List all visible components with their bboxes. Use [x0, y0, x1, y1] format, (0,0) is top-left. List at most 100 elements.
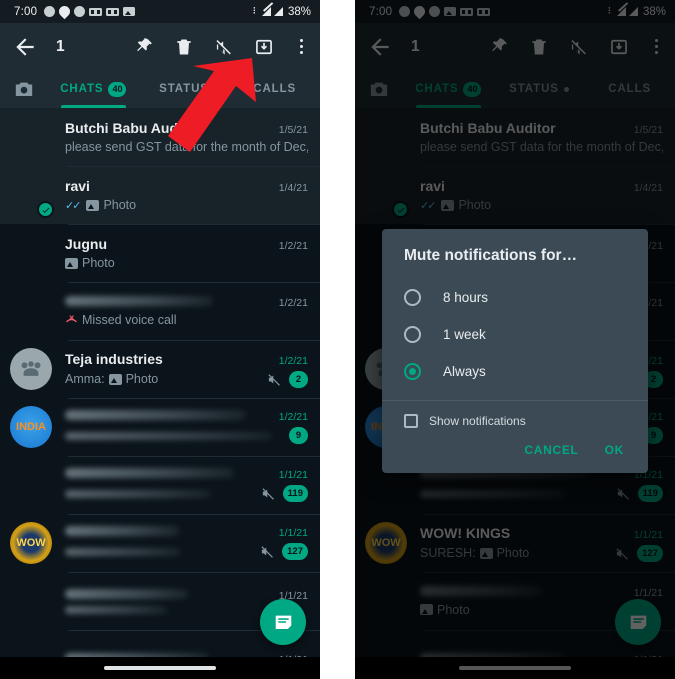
new-chat-fab[interactable]	[260, 599, 306, 645]
radio-selected-icon[interactable]	[404, 363, 421, 380]
tab-camera[interactable]	[0, 70, 48, 108]
redacted-chat-preview	[65, 547, 252, 556]
avatar[interactable]	[10, 580, 52, 622]
tab-status-label: STATUS	[159, 83, 209, 95]
list-item[interactable]: Jugnu 1/2/21 Photo	[0, 224, 320, 282]
redacted-chat-preview	[65, 489, 253, 498]
archive-button[interactable]	[254, 37, 274, 57]
archive-icon	[256, 39, 272, 54]
chat-time: 1/5/21	[278, 124, 308, 136]
tab-chats[interactable]: CHATS 40	[48, 70, 139, 108]
drop-icon	[56, 3, 73, 20]
avatar[interactable]	[10, 290, 52, 332]
chat-time: 1/2/21	[278, 411, 308, 423]
tab-calls[interactable]: CALLS	[229, 70, 320, 108]
action-bar-buttons	[134, 37, 310, 57]
tab-status[interactable]: STATUS	[139, 70, 230, 108]
chat-name: Butchi Babu Auditor	[65, 120, 201, 136]
list-item[interactable]: Butchi Babu Auditor 1/5/21 please send G…	[0, 108, 320, 166]
show-notifications-row[interactable]: Show notifications	[382, 401, 648, 433]
radio-option-always[interactable]: Always	[382, 353, 648, 390]
status-bar: 7:00 ⠇ 38%	[0, 0, 320, 23]
avatar[interactable]	[10, 232, 52, 274]
list-item[interactable]: WOW 1/1/21 127	[0, 514, 320, 572]
unread-count: 9	[289, 427, 308, 444]
selected-check-badge	[37, 201, 54, 218]
mute-icon	[216, 39, 231, 55]
pin-button[interactable]	[134, 37, 154, 57]
tab-bar: CHATS 40 STATUS CALLS	[0, 70, 320, 108]
radio-icon[interactable]	[404, 289, 421, 306]
back-button[interactable]	[12, 34, 38, 60]
checkbox-icon[interactable]	[404, 414, 418, 428]
checkbox-label: Show notifications	[429, 414, 526, 428]
chat-time: 1/4/21	[278, 182, 308, 194]
unread-count: 127	[282, 543, 308, 560]
chat-name: ravi	[65, 178, 90, 194]
more-dot	[299, 39, 303, 43]
clock-icon	[44, 6, 56, 17]
muted-icon	[262, 488, 274, 500]
radio-option-1-week[interactable]: 1 week	[382, 316, 648, 353]
divider	[68, 224, 320, 225]
list-item[interactable]: INDIA 1/2/21 9	[0, 398, 320, 456]
list-item[interactable]: 1/1/21 119	[0, 456, 320, 514]
radio-option-8-hours[interactable]: 8 hours	[382, 279, 648, 316]
chat-list[interactable]: Butchi Babu Auditor 1/5/21 please send G…	[0, 108, 320, 679]
chat-time: 1/1/21	[278, 469, 308, 481]
chat-preview: Photo	[103, 198, 137, 212]
divider	[68, 572, 320, 573]
selected-count: 1	[56, 37, 65, 55]
camera-icon	[15, 82, 33, 96]
avatar[interactable]: INDIA	[10, 406, 52, 448]
divider	[68, 282, 320, 283]
avatar[interactable]	[10, 464, 52, 506]
divider	[68, 166, 320, 167]
list-item[interactable]: ravi 1/4/21 ✓✓ Photo	[0, 166, 320, 224]
dialog-title: Mute notifications for…	[404, 247, 578, 264]
redacted-chat-name	[65, 410, 271, 420]
more-options-button[interactable]	[294, 39, 308, 54]
delete-button[interactable]	[174, 37, 194, 57]
image-icon	[86, 199, 100, 211]
battery-percent: 38%	[287, 5, 311, 18]
trash-icon	[177, 39, 191, 54]
muted-icon	[268, 373, 280, 386]
home-pill[interactable]	[104, 666, 216, 670]
chat-preview: Photo	[82, 256, 115, 270]
more-dot	[299, 50, 303, 54]
list-item[interactable]: 1/2/21 Missed voice call	[0, 282, 320, 340]
chat-preview-sender: Amma:	[65, 372, 105, 386]
list-item[interactable]: Teja industries 1/2/21 Amma: Photo	[0, 340, 320, 398]
chat-preview: please send GST data for the month of De…	[65, 140, 308, 154]
radio-icon[interactable]	[404, 326, 421, 343]
signal-dots-icon: ⠇	[252, 6, 259, 16]
android-nav-bar	[0, 657, 320, 679]
avatar[interactable]: WOW	[10, 522, 52, 564]
camera-icon	[74, 6, 86, 17]
cancel-button[interactable]: CANCEL	[524, 443, 578, 457]
ok-button[interactable]: OK	[605, 443, 624, 457]
avatar[interactable]	[10, 116, 52, 158]
new-chat-icon	[275, 615, 291, 629]
chat-time: 1/1/21	[278, 527, 308, 539]
group-icon	[21, 361, 41, 376]
arrow-back-icon	[16, 37, 34, 56]
image-icon	[108, 373, 122, 385]
radio-label: Always	[443, 364, 486, 379]
redacted-chat-name	[65, 526, 271, 536]
chat-time: 1/2/21	[278, 296, 308, 309]
radio-label: 8 hours	[443, 290, 489, 305]
unread-count: 2	[289, 370, 308, 388]
dialog-actions: CANCEL OK	[382, 433, 648, 469]
mute-button[interactable]	[214, 37, 234, 57]
avatar[interactable]	[10, 174, 54, 218]
image-icon	[65, 257, 78, 269]
missed-call-icon	[66, 315, 77, 323]
mute-notifications-dialog: Mute notifications for… 8 hours 1 week A…	[382, 229, 648, 473]
avatar[interactable]	[10, 348, 52, 390]
unread-count: 119	[282, 485, 308, 502]
redacted-chat-name	[65, 588, 271, 599]
selection-action-bar: 1	[0, 23, 320, 70]
chat-preview: Photo	[125, 372, 159, 386]
